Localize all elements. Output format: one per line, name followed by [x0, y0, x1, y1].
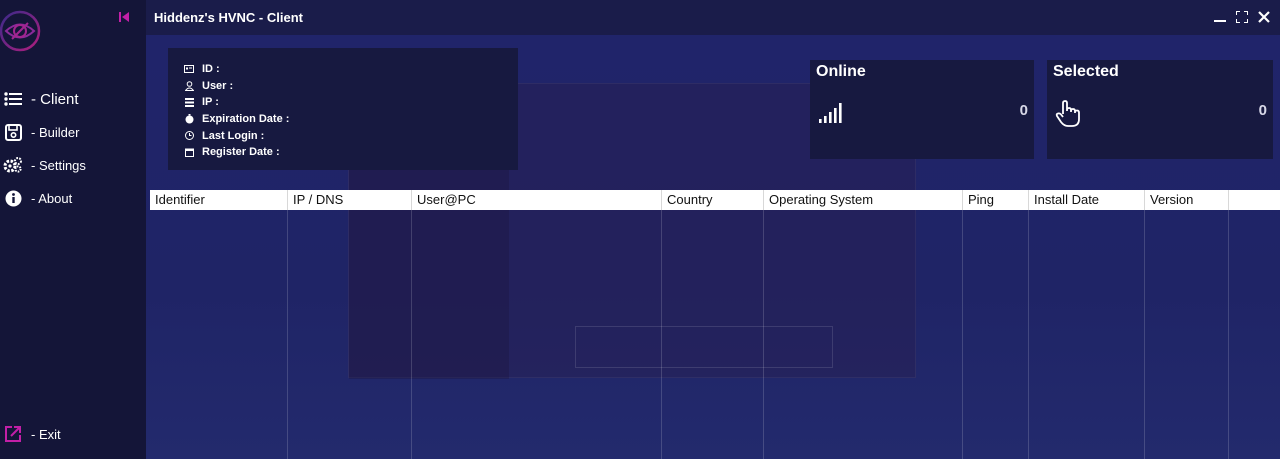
table-header: Identifier IP / DNS User@PC Country Oper…	[150, 190, 1280, 210]
info-row-expiration: Expiration Date :	[184, 111, 518, 128]
sidebar-item-settings[interactable]: - Settings	[3, 155, 86, 175]
hand-pointer-icon	[1055, 100, 1081, 127]
collapse-sidebar-icon[interactable]	[117, 10, 131, 24]
info-label: User :	[202, 79, 234, 92]
sidebar-item-exit[interactable]: - Exit	[3, 424, 61, 444]
sidebar-item-label: - Exit	[31, 426, 61, 442]
column-divider	[763, 210, 764, 459]
column-divider	[1028, 210, 1029, 459]
eye-logo-icon	[0, 8, 42, 54]
sidebar-item-label: - About	[31, 190, 73, 206]
client-info-panel: ID : User : IP : Expiration Date : Last …	[168, 48, 518, 170]
maximize-icon[interactable]	[1234, 9, 1250, 25]
info-row-ip: IP :	[184, 94, 518, 111]
column-divider	[1144, 210, 1145, 459]
external-link-icon	[3, 424, 23, 444]
column-divider	[411, 210, 412, 459]
column-header-ip-dns[interactable]: IP / DNS	[288, 190, 412, 210]
online-title: Online	[816, 63, 866, 80]
sidebar-item-label: - Settings	[31, 157, 86, 173]
selected-title: Selected	[1053, 63, 1119, 80]
sidebar-item-label: - Builder	[31, 124, 80, 140]
id-card-icon	[184, 64, 194, 74]
main-content: ID : User : IP : Expiration Date : Last …	[146, 35, 1280, 459]
online-card: Online 0	[810, 60, 1034, 159]
info-label: Register Date :	[202, 146, 280, 159]
user-icon	[184, 81, 194, 91]
sidebar-item-client[interactable]: - Client	[3, 89, 79, 109]
info-label: Expiration Date :	[202, 113, 290, 126]
info-row-register-date: Register Date :	[184, 144, 518, 161]
column-header-operating-system[interactable]: Operating System	[764, 190, 963, 210]
clients-table[interactable]: Identifier IP / DNS User@PC Country Oper…	[150, 190, 1280, 459]
clock-icon	[184, 131, 194, 141]
sidebar-item-label: - Client	[31, 90, 79, 108]
column-header-ping[interactable]: Ping	[963, 190, 1029, 210]
column-header-country[interactable]: Country	[662, 190, 764, 210]
online-count: 0	[1019, 102, 1028, 119]
column-header-identifier[interactable]: Identifier	[150, 190, 288, 210]
signal-icon	[818, 100, 844, 126]
column-header-install-date[interactable]: Install Date	[1029, 190, 1145, 210]
gears-icon	[3, 155, 23, 175]
column-divider	[1228, 210, 1229, 459]
list-icon	[3, 89, 23, 109]
sidebar-item-about[interactable]: - About	[3, 188, 72, 208]
info-label: ID :	[202, 63, 220, 76]
column-header-version[interactable]: Version	[1145, 190, 1229, 210]
info-row-user: User :	[184, 78, 518, 95]
info-label: IP :	[202, 96, 219, 109]
close-icon[interactable]	[1256, 9, 1272, 25]
column-divider	[287, 210, 288, 459]
info-row-last-login: Last Login :	[184, 127, 518, 144]
stopwatch-icon	[184, 114, 194, 124]
save-icon	[3, 122, 23, 142]
column-divider	[661, 210, 662, 459]
sidebar-item-builder[interactable]: - Builder	[3, 122, 79, 142]
window-title: Hiddenz's HVNC - Client	[154, 10, 303, 25]
selected-card: Selected 0	[1047, 60, 1273, 159]
column-divider	[962, 210, 963, 459]
selected-count: 0	[1258, 102, 1267, 119]
minimize-icon[interactable]	[1212, 9, 1228, 25]
info-label: Last Login :	[202, 129, 265, 142]
calendar-icon	[184, 147, 194, 157]
server-icon	[184, 97, 194, 107]
column-header-user-pc[interactable]: User@PC	[412, 190, 662, 210]
info-row-id: ID :	[184, 61, 518, 78]
sidebar: - Client - Builder - Settings - About - …	[0, 0, 146, 459]
title-bar: Hiddenz's HVNC - Client	[146, 0, 1280, 35]
info-icon	[3, 188, 23, 208]
